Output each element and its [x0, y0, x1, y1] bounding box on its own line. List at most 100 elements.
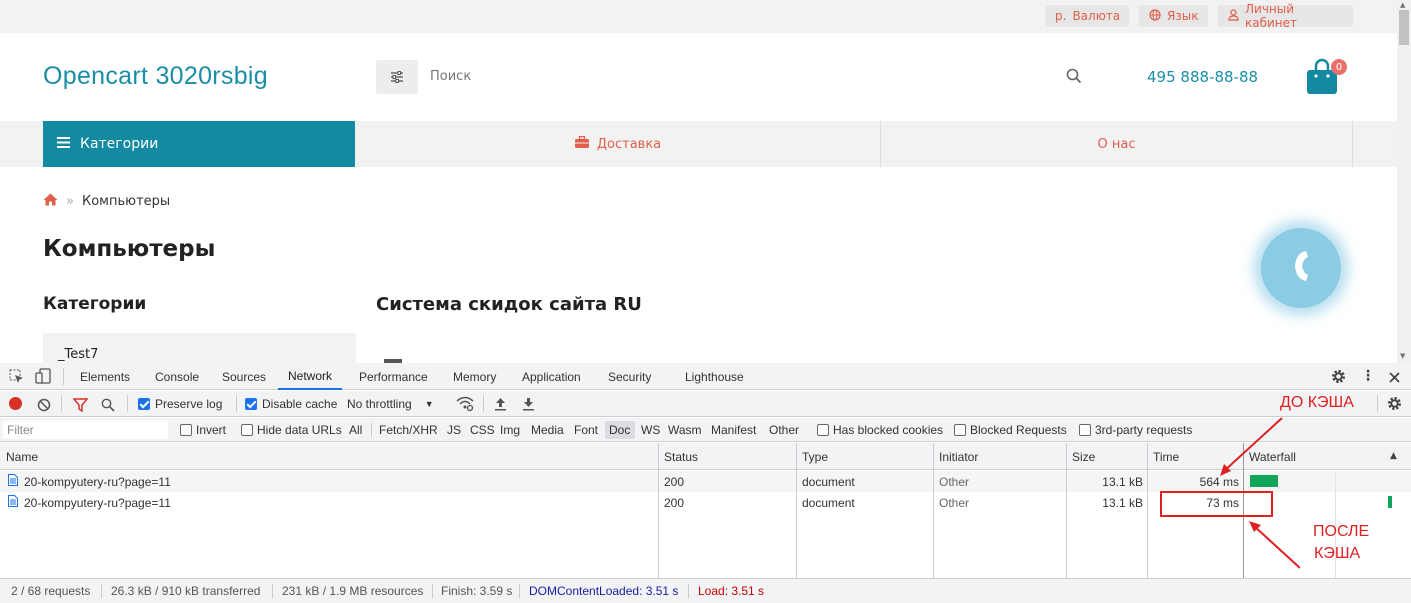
hide-data-urls-check[interactable] [241, 424, 253, 436]
third-party-check[interactable] [1079, 424, 1091, 436]
scroll-up-arrow-icon[interactable]: ▲ [1400, 1, 1405, 9]
third-party-checkbox[interactable]: 3rd-party requests [1079, 418, 1192, 442]
account-button[interactable]: Личный кабинет [1218, 2, 1353, 30]
request-initiator: Other [939, 495, 970, 510]
tab-console[interactable]: Console [155, 363, 199, 390]
filter-divider [371, 423, 372, 437]
site-logo[interactable]: Opencart 3020rsbig [43, 62, 268, 91]
column-header-size[interactable]: Size [1072, 443, 1095, 470]
briefcase-icon [574, 135, 589, 152]
status-finish: Finish: 3.59 s [441, 583, 513, 598]
type-filter-ws[interactable]: WS [641, 418, 660, 442]
tab-security[interactable]: Security [608, 363, 651, 390]
blocked-requests-check[interactable] [954, 424, 966, 436]
column-divider[interactable] [1066, 443, 1067, 578]
tab-lighthouse[interactable]: Lighthouse [685, 363, 744, 390]
status-divider [101, 584, 102, 598]
type-filter-font[interactable]: Font [574, 418, 598, 442]
request-name-cell[interactable]: 20-kompyutery-ru?page=11 [8, 471, 171, 492]
nav-categories-button[interactable]: Категории [43, 121, 355, 167]
document-file-icon [8, 474, 18, 489]
column-header-initiator[interactable]: Initiator [939, 443, 978, 470]
sidebar-title: Категории [43, 294, 147, 314]
filter-input[interactable]: Filter [3, 421, 168, 439]
clear-icon[interactable] [37, 397, 51, 416]
search-icon[interactable] [1066, 68, 1082, 88]
preserve-log-check[interactable] [138, 398, 150, 410]
inspect-element-icon[interactable] [9, 369, 24, 388]
request-size: 13.1 kB [1102, 495, 1143, 510]
dropdown-arrow-icon: ▼ [424, 399, 434, 409]
blocked-requests-checkbox[interactable]: Blocked Requests [954, 418, 1067, 442]
currency-button[interactable]: р. Валюта [1045, 5, 1129, 27]
tab-elements[interactable]: Elements [80, 363, 130, 390]
nav-item-about[interactable]: О нас [881, 121, 1352, 167]
device-toolbar-icon[interactable] [35, 368, 51, 388]
request-name-cell[interactable]: 20-kompyutery-ru?page=11 [8, 492, 171, 513]
import-har-icon[interactable] [494, 396, 507, 415]
type-filter-js[interactable]: JS [447, 418, 461, 442]
scroll-down-arrow-icon[interactable]: ▼ [1400, 352, 1405, 360]
column-divider[interactable] [796, 443, 797, 578]
type-filter-all[interactable]: All [349, 418, 362, 442]
tab-memory[interactable]: Memory [453, 363, 496, 390]
network-settings-gear-icon[interactable] [1387, 396, 1402, 415]
export-har-icon[interactable] [522, 396, 535, 415]
phone-number[interactable]: 495 888-88-88 [1147, 68, 1258, 86]
sort-ascending-icon[interactable]: ▲ [1390, 451, 1397, 461]
annotation-before-cache: ДО КЭША [1280, 394, 1354, 411]
column-header-status[interactable]: Status [664, 443, 698, 470]
type-filter-media[interactable]: Media [531, 418, 564, 442]
preserve-log-checkbox[interactable]: Preserve log [138, 391, 222, 417]
type-filter-manifest[interactable]: Manifest [711, 418, 756, 442]
tab-network[interactable]: Network [278, 363, 343, 390]
throttling-select[interactable]: No throttling ▼ [347, 391, 447, 417]
language-button[interactable]: Язык [1139, 5, 1208, 27]
category-item[interactable]: _Test7 [58, 347, 98, 362]
more-options-icon[interactable]: ⋮ [1361, 368, 1375, 384]
has-blocked-cookies-check[interactable] [817, 424, 829, 436]
tab-sources[interactable]: Sources [222, 363, 266, 390]
disable-cache-check[interactable] [245, 398, 257, 410]
column-header-name[interactable]: Name [6, 443, 38, 470]
breadcrumb-current[interactable]: Компьютеры [82, 194, 170, 209]
page-scrollbar-thumb[interactable] [1399, 10, 1409, 45]
settings-gear-icon[interactable] [1331, 369, 1346, 388]
network-conditions-wifi-icon[interactable] [456, 396, 474, 416]
column-divider[interactable] [1147, 443, 1148, 578]
waterfall-bar[interactable] [1388, 496, 1392, 508]
search-input[interactable]: Поиск [430, 69, 471, 84]
page-title: Компьютеры [43, 236, 216, 262]
has-blocked-cookies-checkbox[interactable]: Has blocked cookies [817, 418, 943, 442]
type-filter-img[interactable]: Img [500, 418, 520, 442]
request-status: 200 [664, 474, 685, 489]
invert-checkbox[interactable]: Invert [180, 418, 226, 442]
disable-cache-checkbox[interactable]: Disable cache [245, 391, 337, 417]
page-scrollbar[interactable] [1397, 0, 1411, 363]
tab-application[interactable]: Application [522, 363, 581, 390]
filter-funnel-icon[interactable] [72, 397, 89, 416]
type-filter-fetch-xhr[interactable]: Fetch/XHR [379, 418, 438, 442]
hide-data-urls-checkbox[interactable]: Hide data URLs [241, 418, 342, 442]
record-icon[interactable] [9, 397, 22, 410]
type-filter-doc[interactable]: Doc [609, 418, 630, 442]
type-filter-css[interactable]: CSS [470, 418, 495, 442]
type-filter-other[interactable]: Other [769, 418, 799, 442]
search-filter-button[interactable] [376, 60, 418, 94]
column-divider[interactable] [933, 443, 934, 578]
toolbar-divider [483, 395, 484, 412]
invert-check[interactable] [180, 424, 192, 436]
tab-performance[interactable]: Performance [359, 363, 428, 390]
callback-button[interactable] [1261, 228, 1341, 308]
home-icon[interactable] [43, 193, 58, 210]
column-divider[interactable] [658, 443, 659, 578]
type-filter-wasm[interactable]: Wasm [668, 418, 702, 442]
annotation-after-cache-line1: ПОСЛЕ [1313, 523, 1370, 540]
nav-item-delivery[interactable]: Доставка [356, 121, 880, 167]
column-header-time[interactable]: Time [1153, 443, 1179, 470]
status-divider [688, 584, 689, 598]
column-header-type[interactable]: Type [802, 443, 828, 470]
search-icon[interactable] [101, 397, 115, 416]
close-devtools-icon[interactable] [1388, 369, 1401, 388]
status-transferred: 26.3 kB / 910 kB transferred [111, 583, 261, 598]
